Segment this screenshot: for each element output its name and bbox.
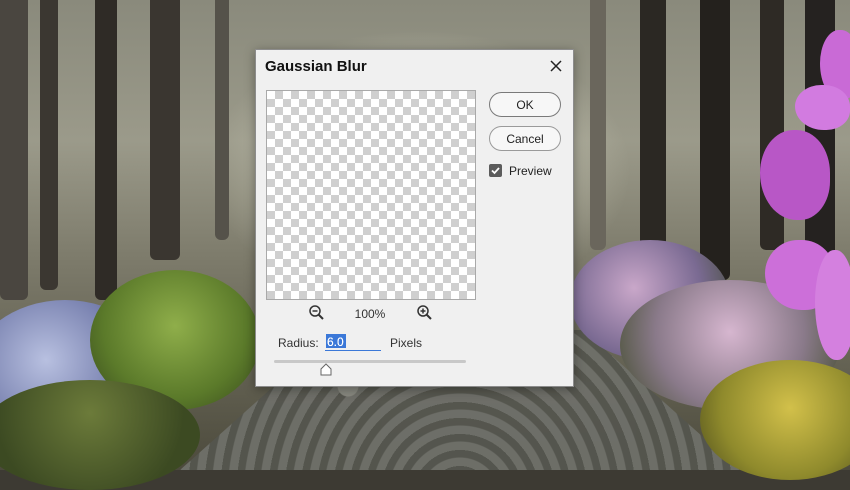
tree-trunk [40, 0, 58, 290]
tree-trunk [95, 0, 117, 300]
zoom-out-icon[interactable] [308, 304, 326, 322]
gaussian-blur-dialog: Gaussian Blur 100% Radius: 6.0 Pixels OK… [255, 49, 574, 387]
cancel-button[interactable]: Cancel [489, 126, 561, 151]
preview-canvas[interactable] [266, 90, 476, 300]
tree-trunk [700, 0, 730, 280]
orchid-petal [795, 85, 850, 130]
radius-label: Radius: [278, 336, 319, 350]
zoom-level: 100% [354, 307, 386, 321]
zoom-in-icon[interactable] [416, 304, 434, 322]
checkmark-icon [491, 167, 500, 175]
flower-bush [0, 380, 200, 490]
tree-trunk [0, 0, 28, 300]
preview-label: Preview [509, 164, 552, 178]
tree-trunk [215, 0, 229, 240]
radius-slider-thumb[interactable] [320, 363, 332, 376]
radius-unit-label: Pixels [390, 336, 423, 350]
preview-checkbox[interactable] [489, 164, 502, 177]
ok-button[interactable]: OK [489, 92, 561, 117]
tree-trunk [640, 0, 666, 260]
dialog-title: Gaussian Blur [265, 58, 367, 75]
close-icon[interactable] [547, 57, 565, 75]
radius-slider-track[interactable] [274, 360, 466, 363]
tree-trunk [150, 0, 180, 260]
radius-input[interactable] [325, 333, 381, 351]
tree-trunk [590, 0, 606, 250]
orchid-petal [760, 130, 830, 220]
